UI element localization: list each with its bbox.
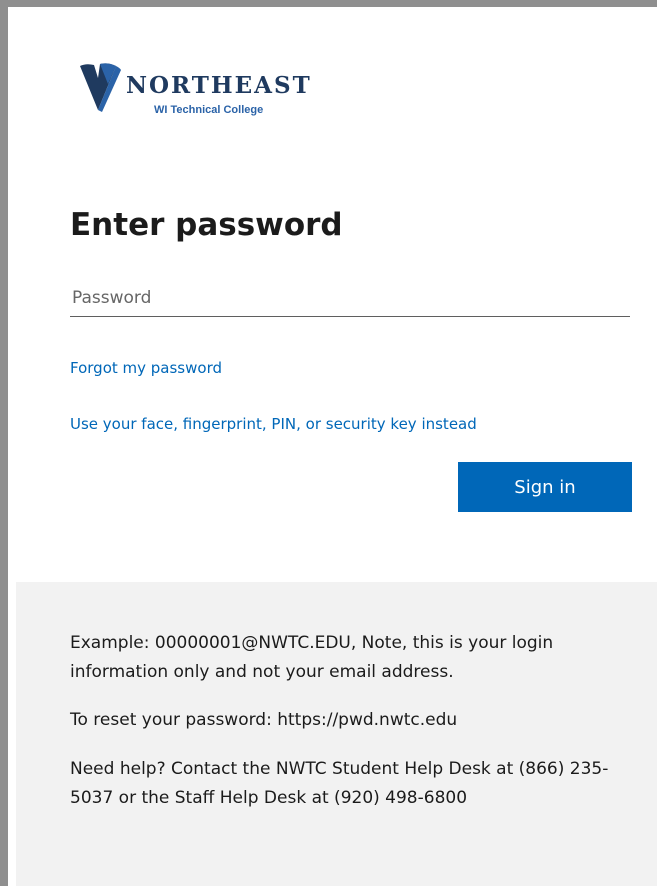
forgot-password-link[interactable]: Forgot my password (70, 359, 222, 377)
reset-password-text: To reset your password: https://pwd.nwtc… (70, 710, 458, 730)
password-input[interactable] (70, 279, 630, 317)
logo-shield-icon (80, 63, 121, 112)
logo-name: NORTHEAST (126, 72, 312, 99)
logo-subtitle: WI Technical College (154, 104, 264, 116)
signin-card: NORTHEAST WI Technical College Enter pas… (16, 14, 657, 886)
example-text: Example: 00000001@NWTC.EDU, Note, this i… (70, 633, 554, 682)
college-logo: NORTHEAST WI Technical College (76, 60, 346, 124)
window-frame: NORTHEAST WI Technical College Enter pas… (0, 0, 657, 886)
sign-in-button[interactable]: Sign in (458, 462, 632, 512)
help-footer: Example: 00000001@NWTC.EDU, Note, this i… (16, 582, 657, 886)
help-desk-text: Need help? Contact the NWTC Student Help… (70, 759, 609, 808)
page-title: Enter password (70, 207, 343, 243)
alternate-signin-link[interactable]: Use your face, fingerprint, PIN, or secu… (70, 415, 477, 433)
